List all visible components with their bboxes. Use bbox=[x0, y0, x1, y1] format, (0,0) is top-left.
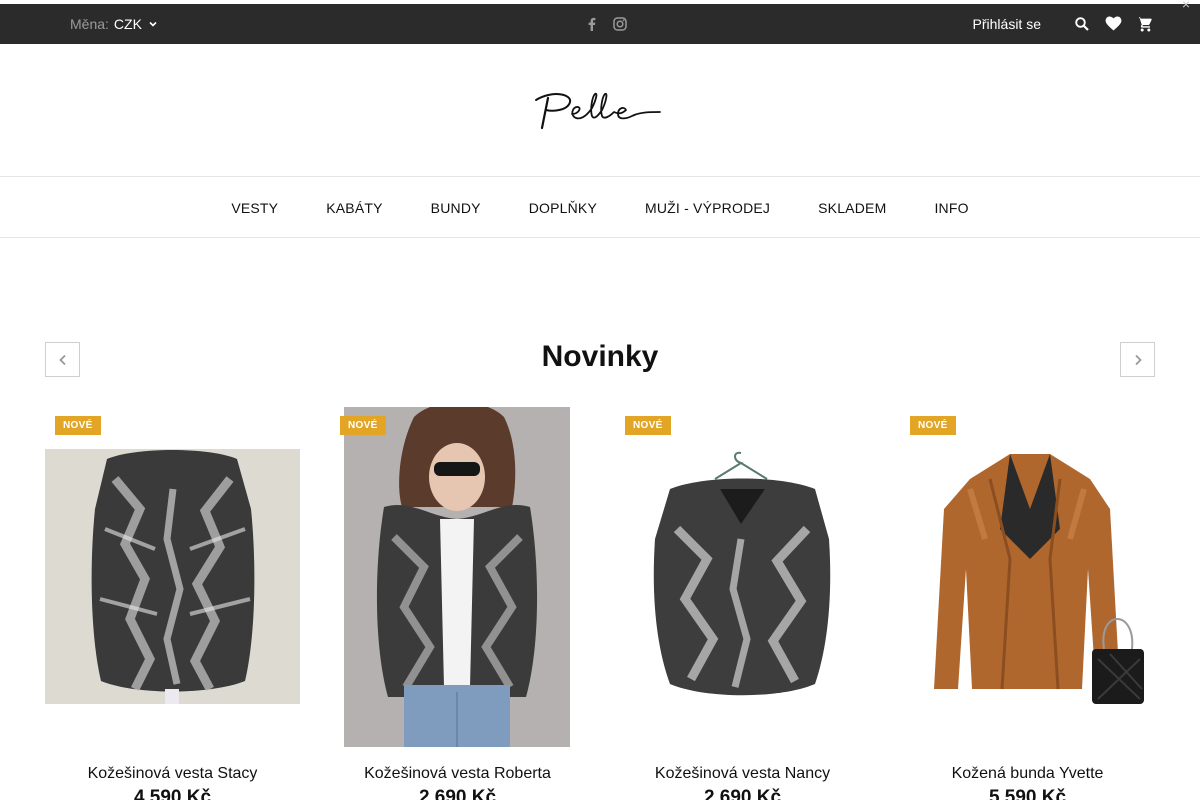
currency-label: Měna: bbox=[70, 16, 109, 32]
heart-icon[interactable] bbox=[1103, 14, 1123, 34]
currency-value[interactable]: CZK bbox=[114, 16, 142, 32]
account-actions: Přihlásit se bbox=[973, 4, 1154, 44]
product-name[interactable]: Kožešinová vesta Nancy bbox=[615, 765, 870, 783]
new-badge: NOVÉ bbox=[55, 416, 101, 435]
chevron-right-icon bbox=[1134, 354, 1142, 365]
product-image[interactable] bbox=[45, 449, 300, 704]
product-price: 2 690 Kč bbox=[703, 787, 782, 800]
nav-item-vesty[interactable]: VESTY bbox=[231, 200, 278, 216]
top-bar: Měna: CZK Přihlásit se bbox=[0, 4, 1200, 44]
nav-item-muzi-vyprodej[interactable]: MUŽI - VÝPRODEJ bbox=[645, 200, 770, 216]
facebook-icon[interactable] bbox=[584, 16, 600, 32]
product-image[interactable] bbox=[615, 449, 870, 704]
nav-item-kabaty[interactable]: KABÁTY bbox=[326, 200, 382, 216]
product-name[interactable]: Kožešinová vesta Stacy bbox=[45, 765, 300, 783]
product-price: 2 690 Kč bbox=[418, 787, 497, 800]
cart-icon[interactable] bbox=[1134, 14, 1154, 34]
product-name[interactable]: Kožešinová vesta Roberta bbox=[330, 765, 585, 783]
instagram-icon[interactable] bbox=[612, 16, 628, 32]
product-price: 5 590 Kč bbox=[988, 787, 1067, 800]
product-card[interactable]: NOVÉ Kožená bunda Yvette 5 590 Kč bbox=[900, 407, 1155, 800]
nav-item-info[interactable]: INFO bbox=[934, 200, 968, 216]
product-price: 4 590 Kč bbox=[133, 787, 212, 800]
product-name[interactable]: Kožená bunda Yvette bbox=[900, 765, 1155, 783]
new-badge: NOVÉ bbox=[625, 416, 671, 435]
search-icon[interactable] bbox=[1072, 14, 1092, 34]
nav-item-bundy[interactable]: BUNDY bbox=[431, 200, 481, 216]
product-image[interactable] bbox=[910, 449, 1144, 704]
currency-selector[interactable]: Měna: CZK bbox=[70, 4, 158, 44]
product-image[interactable] bbox=[344, 407, 570, 747]
site-header bbox=[0, 44, 1200, 177]
main-nav: VESTY KABÁTY BUNDY DOPLŇKY MUŽI - VÝPROD… bbox=[0, 178, 1200, 238]
section-title: Novinky bbox=[541, 340, 659, 373]
new-badge: NOVÉ bbox=[340, 416, 386, 435]
social-links bbox=[584, 4, 628, 44]
nav-item-doplnky[interactable]: DOPLŇKY bbox=[529, 200, 597, 216]
close-icon[interactable]: × bbox=[1182, 0, 1190, 11]
login-link[interactable]: Přihlásit se bbox=[973, 16, 1041, 32]
chevron-down-icon bbox=[149, 21, 157, 27]
product-card[interactable]: NOVÉ Kožešinová vesta Nancy 2 690 Kč bbox=[615, 407, 870, 800]
nav-item-skladem[interactable]: SKLADEM bbox=[818, 200, 886, 216]
product-card[interactable]: NOVÉ Kožešinová vesta Stacy 4 590 Kč bbox=[45, 407, 300, 800]
carousel-next-button[interactable] bbox=[1120, 342, 1155, 377]
product-card[interactable]: NOVÉ Kožešinová vesta Roberta 2 690 Kč bbox=[330, 407, 585, 800]
new-badge: NOVÉ bbox=[910, 416, 956, 435]
pelle-logo[interactable] bbox=[532, 88, 668, 138]
